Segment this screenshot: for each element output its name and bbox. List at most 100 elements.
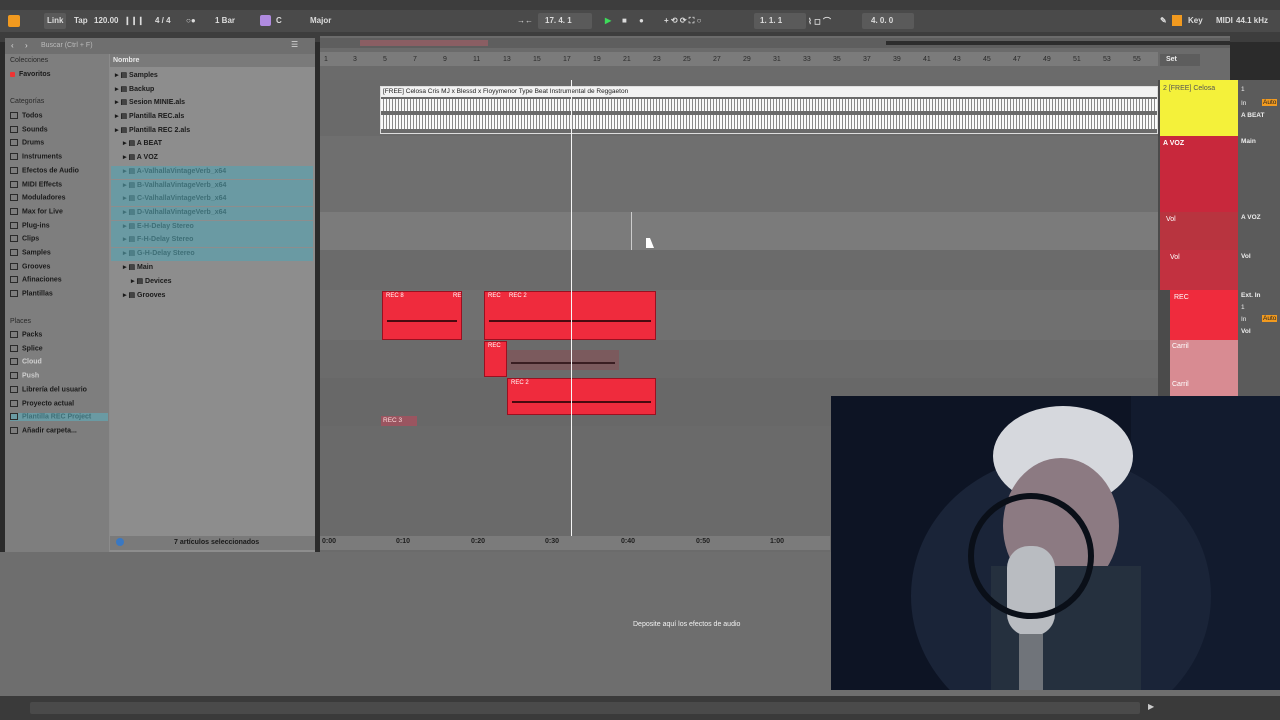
browser-item[interactable]: ▸ ▤ F-H-Delay Stereo [123, 235, 193, 243]
track-lane-vol2[interactable] [320, 250, 1158, 290]
overview-strip[interactable] [320, 38, 1230, 48]
sidebar-item-place[interactable]: Proyecto actual [10, 399, 74, 407]
io-label[interactable]: 1 [1241, 304, 1245, 311]
browser-item[interactable]: ▸ ▤ Plantilla REC.als [115, 112, 184, 120]
browser-item[interactable]: ▸ ▤ B-ValhallaVintageVerb_x64 [123, 181, 226, 189]
track-header-beat[interactable]: 2 [FREE] Celosa [1160, 80, 1238, 136]
browser-item[interactable]: ▸ ▤ Sesion MINIE.als [115, 98, 185, 106]
tap-button[interactable]: Tap [74, 16, 88, 25]
sidebar-item-category[interactable]: Efectos de Audio [10, 166, 79, 174]
loop-length-field[interactable]: 4. 0. 0 [871, 16, 893, 25]
playhead[interactable] [571, 80, 572, 536]
io-label[interactable]: In [1241, 316, 1246, 323]
clip-rec-2-lane[interactable]: REC 2 [507, 378, 656, 415]
sidebar-item-category[interactable]: Max for Live [10, 207, 63, 215]
io-label[interactable]: Main [1241, 138, 1256, 145]
browser-sync-icon[interactable] [116, 538, 124, 546]
sidebar-item-category[interactable]: Drums [10, 139, 44, 147]
track-lane-vol[interactable] [320, 212, 1158, 250]
sidebar-item-place[interactable]: Añadir carpeta... [10, 426, 77, 434]
clip-rec-2[interactable]: REC REC 2 [484, 291, 656, 340]
io-label[interactable]: A BEAT [1241, 112, 1264, 119]
draw-mode-icon[interactable]: ✎ [1160, 16, 1167, 25]
sidebar-item-category[interactable]: MIDI Effects [10, 180, 62, 188]
overdub-icon[interactable]: + ⟲ ⟳ ⛶ ○ [664, 16, 701, 26]
stop-icon[interactable]: ■ [622, 16, 627, 25]
sidebar-item-category[interactable]: Samples [10, 249, 51, 256]
browser-item[interactable]: ▸ ▤ Devices [131, 277, 172, 285]
io-label[interactable]: Auto [1262, 315, 1278, 322]
track-lane-voz[interactable] [320, 136, 1158, 212]
back-icon[interactable]: ‹ [11, 41, 14, 50]
take-lane-header-1[interactable]: Carril [1170, 340, 1238, 378]
play-small-icon[interactable]: ▶ [1148, 702, 1154, 711]
take-lane-header-2[interactable]: Carril [1170, 378, 1238, 396]
scale-mode-icon[interactable] [260, 15, 271, 26]
clip-rec-3[interactable]: REC 3 [381, 416, 417, 426]
track-header-vol2[interactable]: Vol [1160, 250, 1238, 290]
scale-select[interactable]: Major [310, 16, 331, 25]
set-button[interactable]: Set [1166, 56, 1177, 63]
sidebar-item-category[interactable]: Grooves [10, 262, 50, 270]
io-label[interactable]: A VOZ [1241, 214, 1261, 221]
track-header-vol[interactable]: Vol [1160, 212, 1238, 250]
filter-icon[interactable]: ☰ [291, 40, 298, 49]
song-position-field[interactable]: 17. 4. 1 [545, 16, 572, 25]
loop-start-field[interactable]: 1. 1. 1 [760, 16, 782, 25]
clip-rec-take[interactable]: REC [484, 341, 507, 377]
browser-item[interactable]: ▸ ▤ Plantilla REC 2.als [115, 126, 190, 134]
sidebar-item-place[interactable]: Cloud [10, 358, 42, 366]
sidebar-item-category[interactable]: Clips [10, 235, 39, 243]
io-label[interactable]: Vol [1241, 328, 1251, 335]
app-menu-icon[interactable] [8, 15, 20, 27]
metronome-icon[interactable]: ○● [186, 16, 196, 25]
browser-item[interactable]: ▸ ▤ Main [123, 263, 153, 271]
key-map-button[interactable]: Key [1188, 16, 1203, 25]
link-button[interactable]: Link [47, 16, 63, 25]
tempo-field[interactable]: 120.00 [94, 16, 118, 25]
sidebar-item-category[interactable]: Moduladores [10, 194, 66, 202]
key-select[interactable]: C [276, 16, 282, 25]
play-icon[interactable]: ▶ [605, 16, 611, 25]
browser-item[interactable]: ▸ ▤ A-ValhallaVintageVerb_x64 [123, 167, 226, 175]
browser-item[interactable]: ▸ ▤ Grooves [123, 291, 165, 299]
clip-rec-8[interactable]: REC 8 RE [382, 291, 462, 340]
keyboard-icon[interactable] [1172, 15, 1182, 26]
loop-tools-icon[interactable]: ⌇ ◻ ⌒ [808, 16, 831, 27]
record-icon[interactable]: ● [639, 16, 644, 25]
sidebar-item-category[interactable]: Plug-ins [10, 221, 50, 229]
io-label[interactable]: Auto [1262, 99, 1278, 106]
io-label[interactable]: In [1241, 100, 1246, 107]
sidebar-item-category[interactable]: Todos [10, 112, 42, 119]
sidebar-item-favorites[interactable]: Favoritos [10, 71, 51, 78]
browser-item[interactable]: ▸ ▤ E-H-Delay Stereo [123, 222, 194, 230]
sidebar-item-place[interactable]: Librería del usuario [10, 385, 87, 393]
nudge-icon[interactable]: ❙❙❙ [124, 16, 144, 25]
sidebar-item-place[interactable]: Packs [10, 331, 42, 338]
name-column-header[interactable]: Nombre [113, 57, 139, 64]
browser-item[interactable]: ▸ ▤ D-ValhallaVintageVerb_x64 [123, 208, 226, 216]
io-label[interactable]: Vol [1241, 253, 1251, 260]
forward-icon[interactable]: › [25, 41, 28, 50]
browser-item[interactable]: ▸ ▤ A VOZ [123, 153, 158, 161]
midi-map-button[interactable]: MIDI [1216, 16, 1233, 25]
sidebar-item-place[interactable]: Plantilla REC Project [10, 413, 108, 421]
browser-item[interactable]: ▸ ▤ Backup [115, 85, 154, 93]
sidebar-item-category[interactable]: Sounds [10, 125, 48, 133]
beat-clip[interactable]: [FREE] Celosa Cris MJ x Blessd x Floyyme… [380, 86, 1158, 134]
track-header-rec[interactable]: REC [1170, 290, 1238, 340]
browser-item[interactable]: ▸ ▤ A BEAT [123, 139, 162, 147]
io-label[interactable]: 1 [1241, 86, 1245, 93]
sidebar-item-place[interactable]: Splice [10, 344, 43, 352]
meter-field[interactable]: 4 / 4 [155, 16, 171, 25]
browser-item[interactable]: ▸ ▤ G-H-Delay Stereo [123, 249, 195, 257]
browser-item[interactable]: ▸ ▤ Samples [115, 71, 158, 79]
sidebar-item-place[interactable]: Push [10, 372, 39, 379]
follow-icon[interactable]: →← [517, 16, 533, 25]
track-header-voz[interactable]: A VOZ [1160, 136, 1238, 212]
track-lane-carril-1[interactable] [320, 340, 1158, 378]
browser-item[interactable]: ▸ ▤ C-ValhallaVintageVerb_x64 [123, 194, 226, 202]
io-label[interactable]: Ext. In [1241, 292, 1261, 299]
quantize-select[interactable]: 1 Bar [215, 16, 235, 25]
sidebar-item-category[interactable]: Instruments [10, 153, 62, 160]
